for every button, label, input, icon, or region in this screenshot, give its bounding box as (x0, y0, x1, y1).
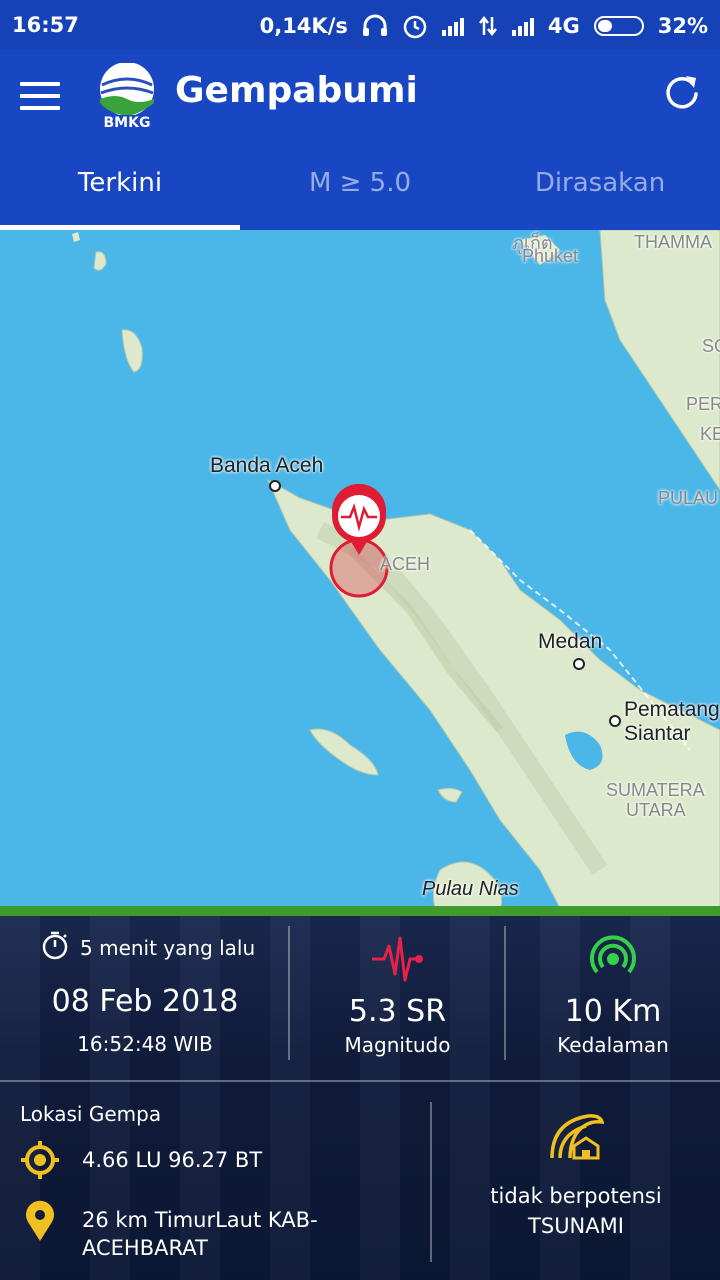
depth-label: Kedalaman (557, 1033, 669, 1057)
menu-button[interactable] (20, 82, 60, 110)
battery-percent: 32% (657, 14, 708, 38)
map-label-sumatera: SUMATERA (606, 780, 705, 800)
tsunami-icon (550, 1114, 605, 1160)
magnitude-cell: 5.3 SR Magnitudo (290, 934, 505, 1057)
refresh-button[interactable] (662, 72, 702, 112)
medan-dot (573, 658, 585, 670)
region-line-1: 26 km TimurLaut KAB- (82, 1208, 318, 1232)
tab-bar: Terkini M ≥ 5.0 Dirasakan (0, 158, 720, 230)
magnitude-value: 5.3 SR (348, 994, 447, 1029)
earthquake-map[interactable]: ภูเก็ต Phuket THAMMA SO PER KE PULAU Ban… (0, 230, 720, 908)
tsunami-icon-cell (432, 1112, 720, 1166)
headphones-icon (362, 14, 388, 38)
data-transfer-icon (478, 15, 498, 37)
app-root: 16:57 0,14K/s 4G 32% BMKG Gempabumi Terk… (0, 0, 720, 1280)
tsunami-line-1: tidak berpotensi (490, 1184, 662, 1208)
time-ago-text: 5 menit yang lalu (80, 935, 256, 960)
map-canvas (72, 230, 720, 908)
banda-aceh-dot (269, 480, 281, 492)
logo-text: BMKG (103, 115, 151, 131)
earthquake-info-panel: 5 menit yang lalu 08 Feb 2018 16:52:48 W… (0, 916, 720, 1280)
page-title: Gempabumi (175, 70, 418, 111)
battery-icon (593, 16, 644, 36)
peninsula-land (599, 230, 720, 491)
region-line-2: ACEHBARAT (82, 1236, 208, 1260)
map-label-pulau: PULAU (658, 488, 719, 508)
map-label-medan: Medan (538, 630, 603, 653)
map-label-per: PER (686, 394, 720, 414)
map-label-so: SO (702, 336, 720, 356)
tsunami-line-2: TSUNAMI (528, 1214, 624, 1238)
map-label-siantar: Siantar (624, 722, 691, 745)
map-label-phuket: Phuket (522, 246, 579, 266)
app-bar: BMKG Gempabumi Terkini M ≥ 5.0 Dirasakan (0, 50, 720, 230)
location-title: Lokasi Gempa (20, 1102, 162, 1126)
signal-icon (441, 16, 464, 36)
target-icon (20, 1140, 60, 1185)
status-bar: 16:57 0,14K/s 4G 32% (0, 0, 720, 50)
depth-cell: 10 Km Kedalaman (506, 934, 720, 1057)
stopwatch-icon (40, 930, 70, 965)
tab-terkini[interactable]: Terkini (0, 158, 240, 230)
pematang-siantar-dot (609, 715, 621, 727)
map-label-pematang: Pematang (624, 698, 720, 721)
tab-m-5[interactable]: M ≥ 5.0 (240, 158, 480, 230)
status-time: 16:57 (12, 13, 79, 37)
alarm-icon (402, 13, 428, 39)
map-label-aceh: ACEH (380, 554, 431, 574)
bmkg-logo: BMKG (98, 62, 156, 131)
map-label-utara: UTARA (626, 800, 686, 820)
tsunami-status: tidak berpotensi TSUNAMI (432, 1181, 720, 1241)
magnitude-label: Magnitudo (344, 1033, 451, 1057)
signal-icon-2 (511, 16, 534, 36)
quake-time: 16:52:48 WIB (77, 1032, 213, 1056)
coordinates-text: 4.66 LU 96.27 BT (82, 1148, 263, 1172)
network-type: 4G (547, 14, 580, 38)
region-row: 26 km TimurLaut KAB- ACEHBARAT (20, 1200, 318, 1262)
map-label-thamma: THAMMA (634, 232, 712, 252)
map-label-pulau-nias: Pulau Nias (422, 878, 519, 900)
simeulue-island (309, 728, 379, 776)
quake-date: 08 Feb 2018 (51, 984, 239, 1019)
map-label-ke: KE (700, 424, 720, 444)
map-label-banda-aceh: Banda Aceh (210, 454, 324, 477)
coordinates-row: 4.66 LU 96.27 BT (20, 1140, 262, 1185)
horizontal-divider (0, 1080, 720, 1082)
seismograph-icon (371, 936, 423, 982)
tab-dirasakan[interactable]: Dirasakan (480, 158, 720, 230)
map-bottom-strip (0, 906, 720, 916)
location-pin-icon (24, 1200, 56, 1247)
network-speed: 0,14K/s (259, 14, 348, 38)
time-ago: 5 menit yang lalu (40, 930, 255, 965)
depth-icon (590, 935, 636, 974)
refresh-icon (666, 76, 698, 109)
depth-value: 10 Km (564, 994, 662, 1029)
